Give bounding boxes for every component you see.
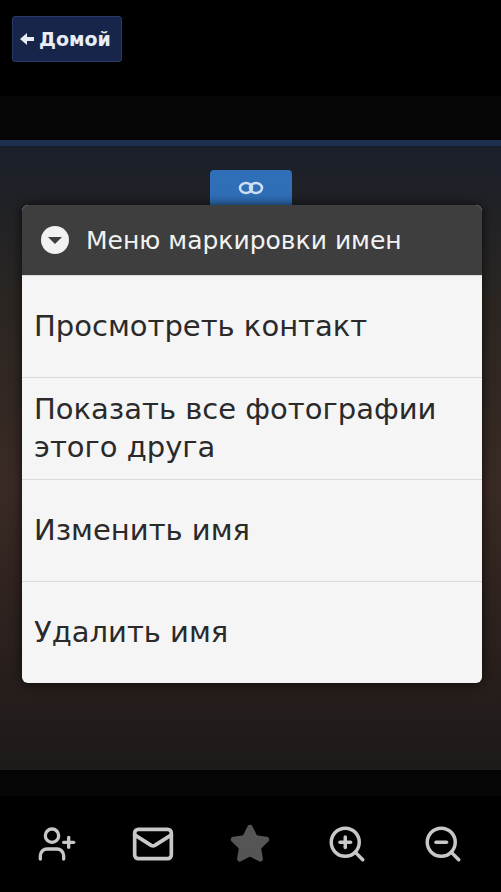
dialog-header: Меню маркировки имен — [22, 205, 482, 275]
favorite-button[interactable] — [223, 817, 277, 871]
zoom-in-button[interactable] — [320, 817, 374, 871]
menu-item[interactable]: Изменить имя — [22, 479, 482, 581]
bottom-toolbar — [0, 796, 501, 892]
menu-item[interactable]: Удалить имя — [22, 581, 482, 683]
tag-menu-dialog: Меню маркировки именПросмотреть контактП… — [22, 205, 482, 683]
user-plus-icon — [37, 824, 77, 864]
menu-item[interactable]: Показать все фотографии этого друга — [22, 377, 482, 479]
mail-icon — [131, 822, 175, 866]
menu-item[interactable]: Просмотреть контакт — [22, 275, 482, 377]
zoom-in-icon — [326, 823, 368, 865]
arrow-left-icon — [19, 31, 35, 47]
add-tag-button[interactable] — [31, 818, 83, 870]
zoom-out-icon — [422, 823, 464, 865]
message-button[interactable] — [125, 816, 181, 872]
chevron-down-circle-icon — [40, 225, 70, 255]
home-button[interactable]: Домой — [12, 16, 122, 62]
tag-marker[interactable] — [210, 170, 292, 206]
top-bar: Домой — [0, 0, 501, 96]
zoom-out-button[interactable] — [416, 817, 470, 871]
photo-viewer-screen: Домой Меню маркировки именПросмотреть кон… — [0, 0, 501, 892]
star-icon — [229, 823, 271, 865]
link-icon — [237, 180, 265, 196]
